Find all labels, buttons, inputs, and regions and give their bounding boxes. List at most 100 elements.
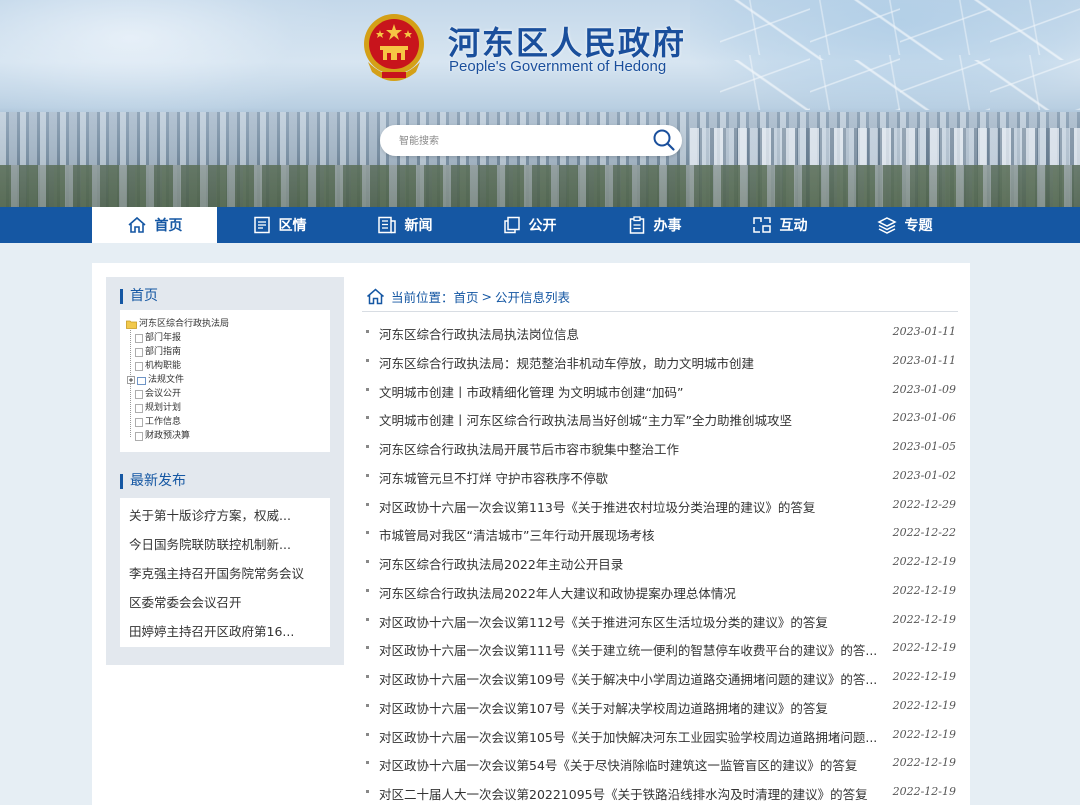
newspaper-icon [377,216,396,234]
search-input[interactable] [399,132,639,150]
list-item-title[interactable]: 对区政协十六届一次会议第105号《关于加快解决河东工业园实验学校周边道路拥堵问题… [379,727,877,746]
tree-item-annual-report[interactable]: 部门年报 [135,332,181,344]
list-row[interactable]: 对区政协十六届一次会议第113号《关于推进农村垃圾分类治理的建议》的答复 2022… [366,495,958,515]
file-icon [135,417,143,427]
latest-news-item[interactable]: 区委常委会会议召开 [129,592,242,611]
banner-map-decoration [0,0,340,120]
list-row[interactable]: 对区政协十六届一次会议第109号《关于解决中小学周边道路交通拥堵问题的建议》的答… [366,667,958,687]
tree-item-plans[interactable]: 规划计划 [135,402,181,414]
nav-item-news[interactable]: 新闻 [342,207,467,243]
list-row[interactable]: 对区政协十六届一次会议第112号《关于推进河东区生活垃圾分类的建议》的答复 202… [366,610,958,630]
tree-item-meetings[interactable]: 会议公开 [135,388,181,400]
list-row[interactable]: 河东区综合行政执法局2022年主动公开目录 2022-12-19 [366,552,958,572]
list-item-date: 2022-12-29 [892,497,956,511]
list-item-title[interactable]: 市城管局对我区“清洁城市”三年行动开展现场考核 [379,525,654,544]
tree-root[interactable]: 河东区综合行政执法局 [126,318,229,330]
list-item-title[interactable]: 对区政协十六届一次会议第113号《关于推进农村垃圾分类治理的建议》的答复 [379,497,815,516]
list-item-title[interactable]: 河东区综合行政执法局2022年主动公开目录 [379,554,623,573]
list-row[interactable]: 河东城管元旦不打烊 守护市容秩序不停歇 2023-01-02 [366,466,958,486]
nav-label: 专题 [904,218,933,234]
tree-item-regulations[interactable]: 法规文件 [127,374,184,386]
list-bullet [366,387,369,391]
nav-item-services[interactable]: 办事 [592,207,717,243]
layers-icon [876,217,897,234]
tree-root-label: 河东区综合行政执法局 [139,319,230,329]
list-item-title[interactable]: 河东区综合行政执法局开展节后市容市貌集中整治工作 [379,439,679,458]
list-bullet [366,445,369,448]
folder-icon [137,376,146,385]
latest-news-item[interactable]: 关于第十版诊疗方案，权威... [129,505,291,524]
nav-label: 区情 [278,218,307,234]
list-item-date: 2022-12-19 [892,583,956,597]
list-item-date: 2022-12-19 [892,698,956,712]
expand-plus-icon[interactable] [127,376,135,384]
breadcrumb: 当前位置： 首页 > 公开信息列表 [366,287,570,305]
nav-item-interact[interactable]: 互动 [717,207,842,243]
latest-news-item[interactable]: 今日国务院联防联控机制新... [129,534,291,553]
list-row[interactable]: 对区政协十六届一次会议第107号《关于对解决学校周边道路拥堵的建议》的答复 202… [366,696,958,716]
list-item-date: 2022-12-19 [892,756,956,770]
document-icon [253,216,270,234]
file-icon [135,347,143,357]
sidebar-title-latest: 最新发布 [120,474,186,489]
breadcrumb-home-link[interactable]: 首页 [454,287,479,306]
file-icon [135,431,143,441]
tree-item-label: 财政预决算 [145,431,191,441]
list-row[interactable]: 对区政协十六届一次会议第54号《关于尽快消除临时建筑这一监管盲区的建议》的答复 2… [366,753,958,773]
national-emblem-icon [364,14,424,81]
list-item-date: 2022-12-19 [892,555,956,568]
list-row[interactable]: 河东区综合行政执法局开展节后市容市貌集中整治工作 2023-01-05 [366,437,958,457]
nav-label: 互动 [779,218,808,234]
tree-item-guide[interactable]: 部门指南 [135,346,181,358]
list-item-date: 2023-01-11 [892,325,956,338]
list-item-title[interactable]: 河东区综合行政执法局：规范整治非机动车停放，助力文明城市创建 [379,353,754,372]
list-row[interactable]: 河东区综合行政执法局2022年人大建议和政协提案办理总体情况 2022-12-19 [366,581,958,601]
list-row[interactable]: 河东区综合行政执法局执法岗位信息 2023-01-11 [366,322,958,342]
list-row[interactable]: 对区政协十六届一次会议第111号《关于建立统一便利的智慧停车收费平台的建议》的答… [366,638,958,658]
clipboard-icon [629,216,644,234]
list-item-title[interactable]: 对区政协十六届一次会议第111号《关于建立统一便利的智慧停车收费平台的建议》的答… [379,640,877,659]
list-row[interactable]: 对区二十届人大一次会议第20221095号《关于铁路沿线排水沟及时清理的建议》的… [366,782,958,802]
list-bullet [366,473,369,477]
interact-icon [752,217,771,233]
list-bullet [366,502,369,506]
list-item-title[interactable]: 对区政协十六届一次会议第109号《关于解决中小学周边道路交通拥堵问题的建议》的答… [379,669,877,688]
list-row[interactable]: 对区政协十六届一次会议第105号《关于加快解决河东工业园实验学校周边道路拥堵问题… [366,725,958,745]
nav-item-home[interactable]: 首页 [92,207,217,243]
nav-item-district[interactable]: 区情 [217,207,342,243]
list-bullet [366,358,369,362]
nav-item-topics[interactable]: 专题 [842,207,967,243]
list-item-title[interactable]: 对区政协十六届一次会议第107号《关于对解决学校周边道路拥堵的建议》的答复 [379,698,828,717]
breadcrumb-current-link[interactable]: 公开信息列表 [495,287,570,306]
list-bullet [366,646,369,650]
list-item-title[interactable]: 河东区综合行政执法局执法岗位信息 [379,324,579,343]
nav-label: 新闻 [404,218,433,234]
list-item-title[interactable]: 对区政协十六届一次会议第54号《关于尽快消除临时建筑这一监管盲区的建议》的答复 [379,755,857,774]
tree-item-work-info[interactable]: 工作信息 [135,416,181,428]
list-row[interactable]: 河东区综合行政执法局：规范整治非机动车停放，助力文明城市创建 2023-01-11 [366,351,958,371]
tree-item-label: 规划计划 [145,403,182,413]
list-item-title[interactable]: 河东城管元旦不打烊 守护市容秩序不停歇 [379,468,608,487]
list-item-date: 2022-12-19 [892,727,956,741]
nav-label: 办事 [653,218,682,234]
breadcrumb-prefix: 当前位置： [391,289,454,305]
nav-item-public[interactable]: 公开 [467,207,592,243]
tree-item-functions[interactable]: 机构职能 [135,360,181,372]
list-row[interactable]: 文明城市创建丨河东区综合行政执法局当好创城“主力军”全力助推创城攻坚 2023-0… [366,408,958,428]
latest-news-item[interactable]: 田婷婷主持召开区政府第16... [129,621,294,640]
nav-label: 公开 [528,218,557,234]
list-item-title[interactable]: 对区二十届人大一次会议第20221095号《关于铁路沿线排水沟及时清理的建议》的… [379,784,868,803]
list-item-title[interactable]: 河东区综合行政执法局2022年人大建议和政协提案办理总体情况 [379,583,736,602]
search-icon[interactable] [652,128,676,152]
latest-news-item[interactable]: 李克强主持召开国务院常务会议 [129,563,304,582]
list-item-title[interactable]: 文明城市创建丨市政精细化管理 为文明城市创建“加码” [379,382,683,401]
list-row[interactable]: 文明城市创建丨市政精细化管理 为文明城市创建“加码” 2023-01-09 [366,380,958,400]
tree-item-label: 工作信息 [145,417,182,427]
list-bullet [366,732,369,736]
tree-item-budget[interactable]: 财政预决算 [135,430,190,442]
list-row[interactable]: 市城管局对我区“清洁城市”三年行动开展现场考核 2022-12-22 [366,523,958,543]
site-subtitle: People's Government of Hedong [449,58,667,75]
list-bullet [366,617,369,621]
list-item-title[interactable]: 对区政协十六届一次会议第112号《关于推进河东区生活垃圾分类的建议》的答复 [379,612,828,631]
list-item-title[interactable]: 文明城市创建丨河东区综合行政执法局当好创城“主力军”全力助推创城攻坚 [379,410,792,429]
